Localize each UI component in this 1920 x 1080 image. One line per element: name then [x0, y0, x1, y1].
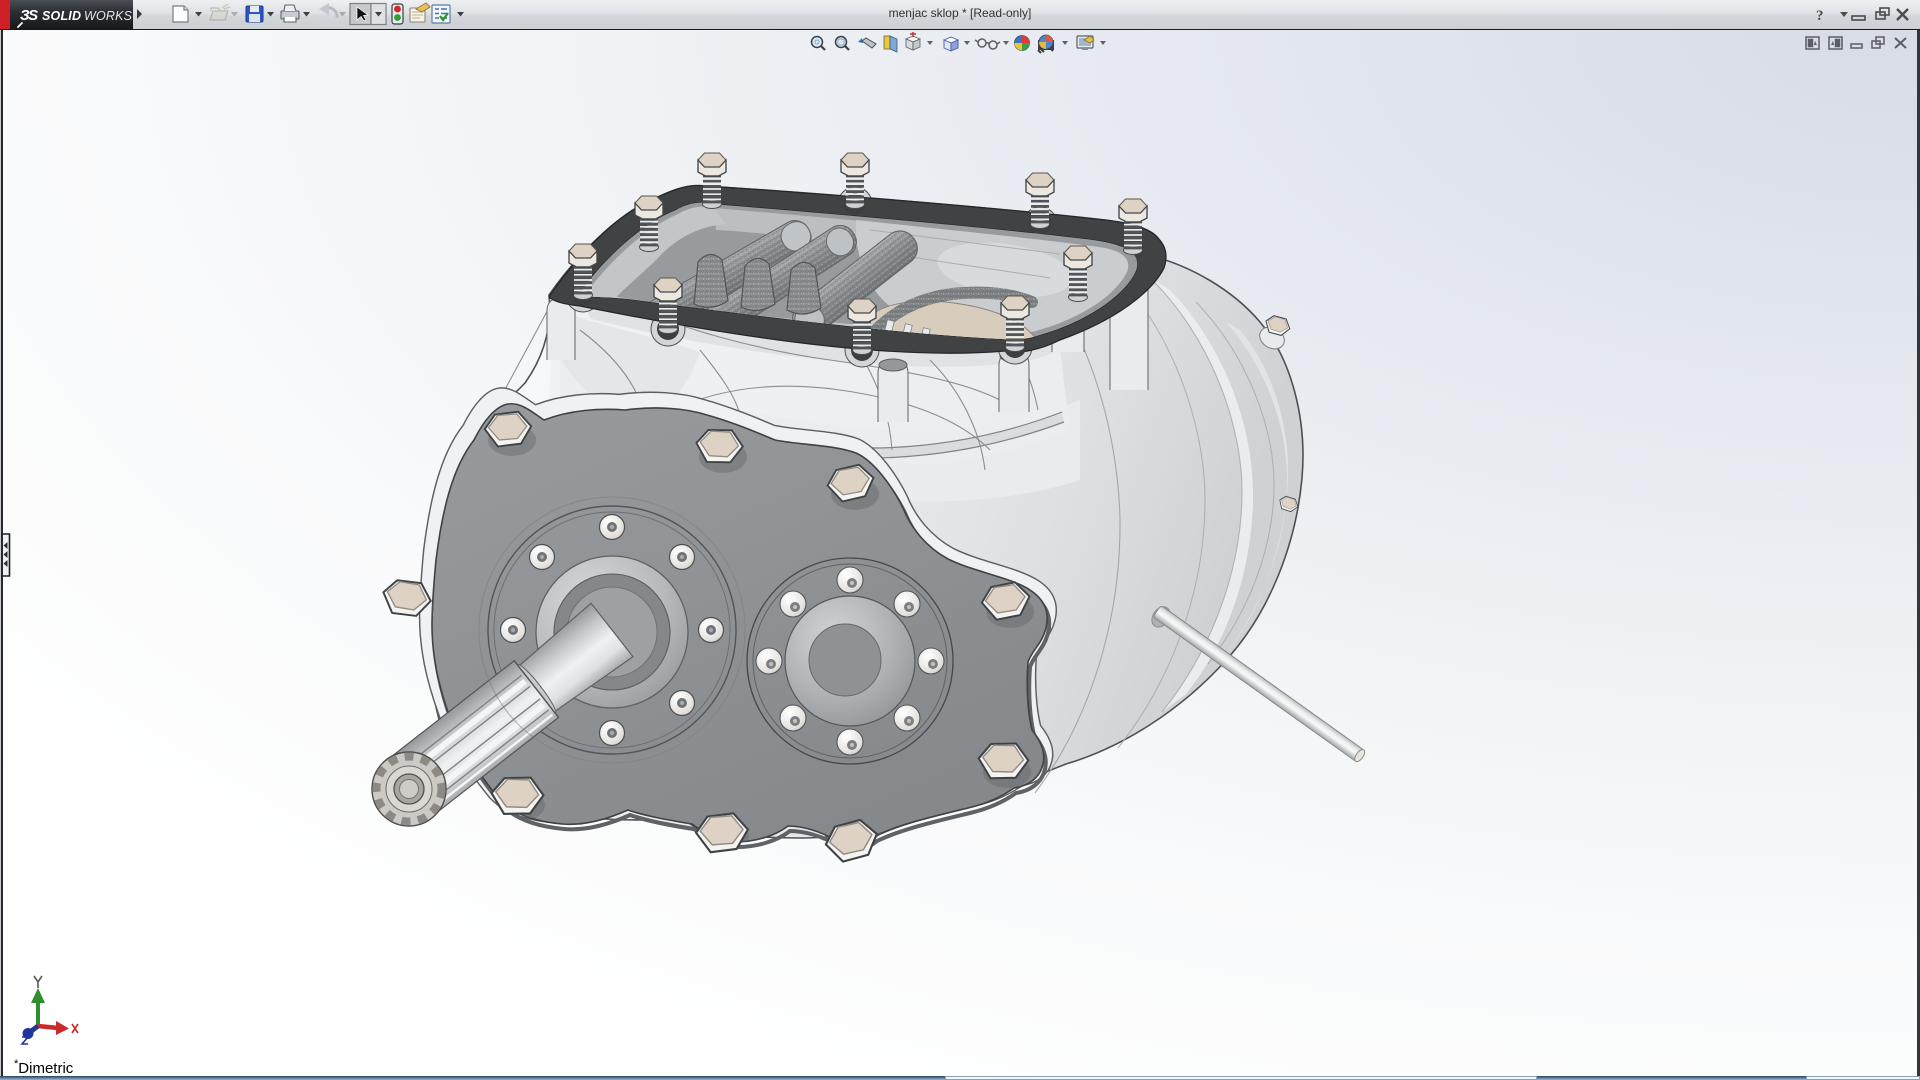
svg-text:?: ? — [1816, 8, 1824, 24]
